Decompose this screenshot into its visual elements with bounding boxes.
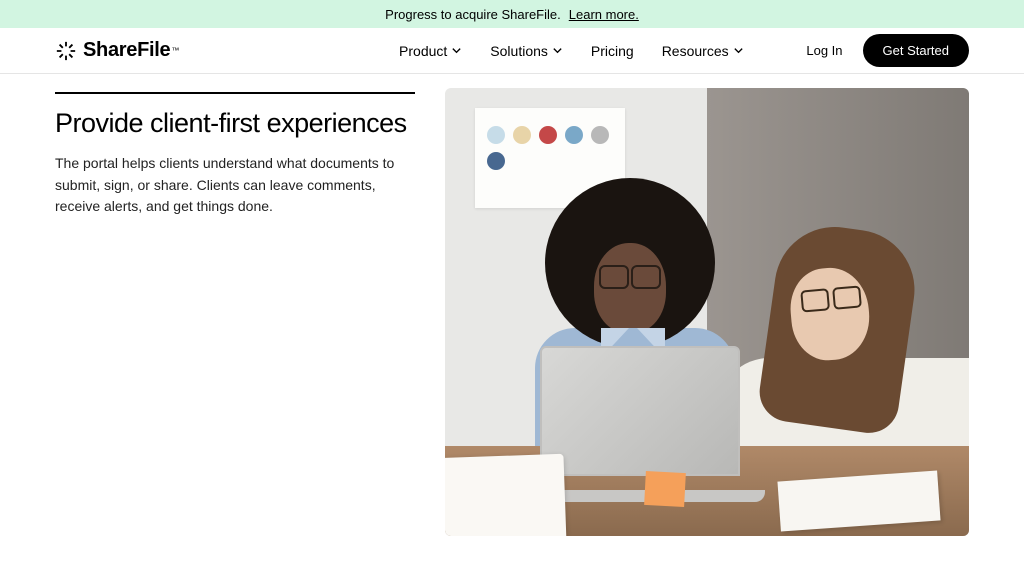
nav-label: Pricing (591, 43, 634, 59)
get-started-button[interactable]: Get Started (863, 34, 969, 67)
logo-trademark: ™ (171, 46, 179, 55)
nav-label: Product (399, 43, 447, 59)
main-nav: Product Solutions Pricing Resources (399, 43, 744, 59)
chevron-down-icon (451, 45, 462, 56)
logo[interactable]: ShareFile™ (55, 39, 179, 62)
logo-text: ShareFile (83, 39, 170, 62)
section-heading: Provide client-first experiences (55, 108, 415, 139)
announcement-banner: Progress to acquire ShareFile. Learn mor… (0, 0, 1024, 28)
main-content: Provide client-first experiences The por… (0, 74, 1024, 536)
hero-image (445, 88, 969, 536)
logo-burst-icon (55, 40, 77, 62)
header-actions: Log In Get Started (806, 34, 969, 67)
nav-label: Resources (662, 43, 729, 59)
banner-text: Progress to acquire ShareFile. (385, 7, 561, 22)
chevron-down-icon (733, 45, 744, 56)
chevron-down-icon (552, 45, 563, 56)
nav-pricing[interactable]: Pricing (591, 43, 634, 59)
section-divider (55, 92, 415, 94)
nav-product[interactable]: Product (399, 43, 462, 59)
site-header: ShareFile™ Product Solutions Pricing Res… (0, 28, 1024, 74)
login-link[interactable]: Log In (806, 43, 842, 58)
nav-label: Solutions (490, 43, 548, 59)
text-column: Provide client-first experiences The por… (55, 74, 415, 536)
nav-resources[interactable]: Resources (662, 43, 744, 59)
nav-solutions[interactable]: Solutions (490, 43, 563, 59)
image-column (445, 74, 969, 536)
section-body: The portal helps clients understand what… (55, 153, 415, 218)
banner-learn-more-link[interactable]: Learn more. (569, 7, 639, 22)
